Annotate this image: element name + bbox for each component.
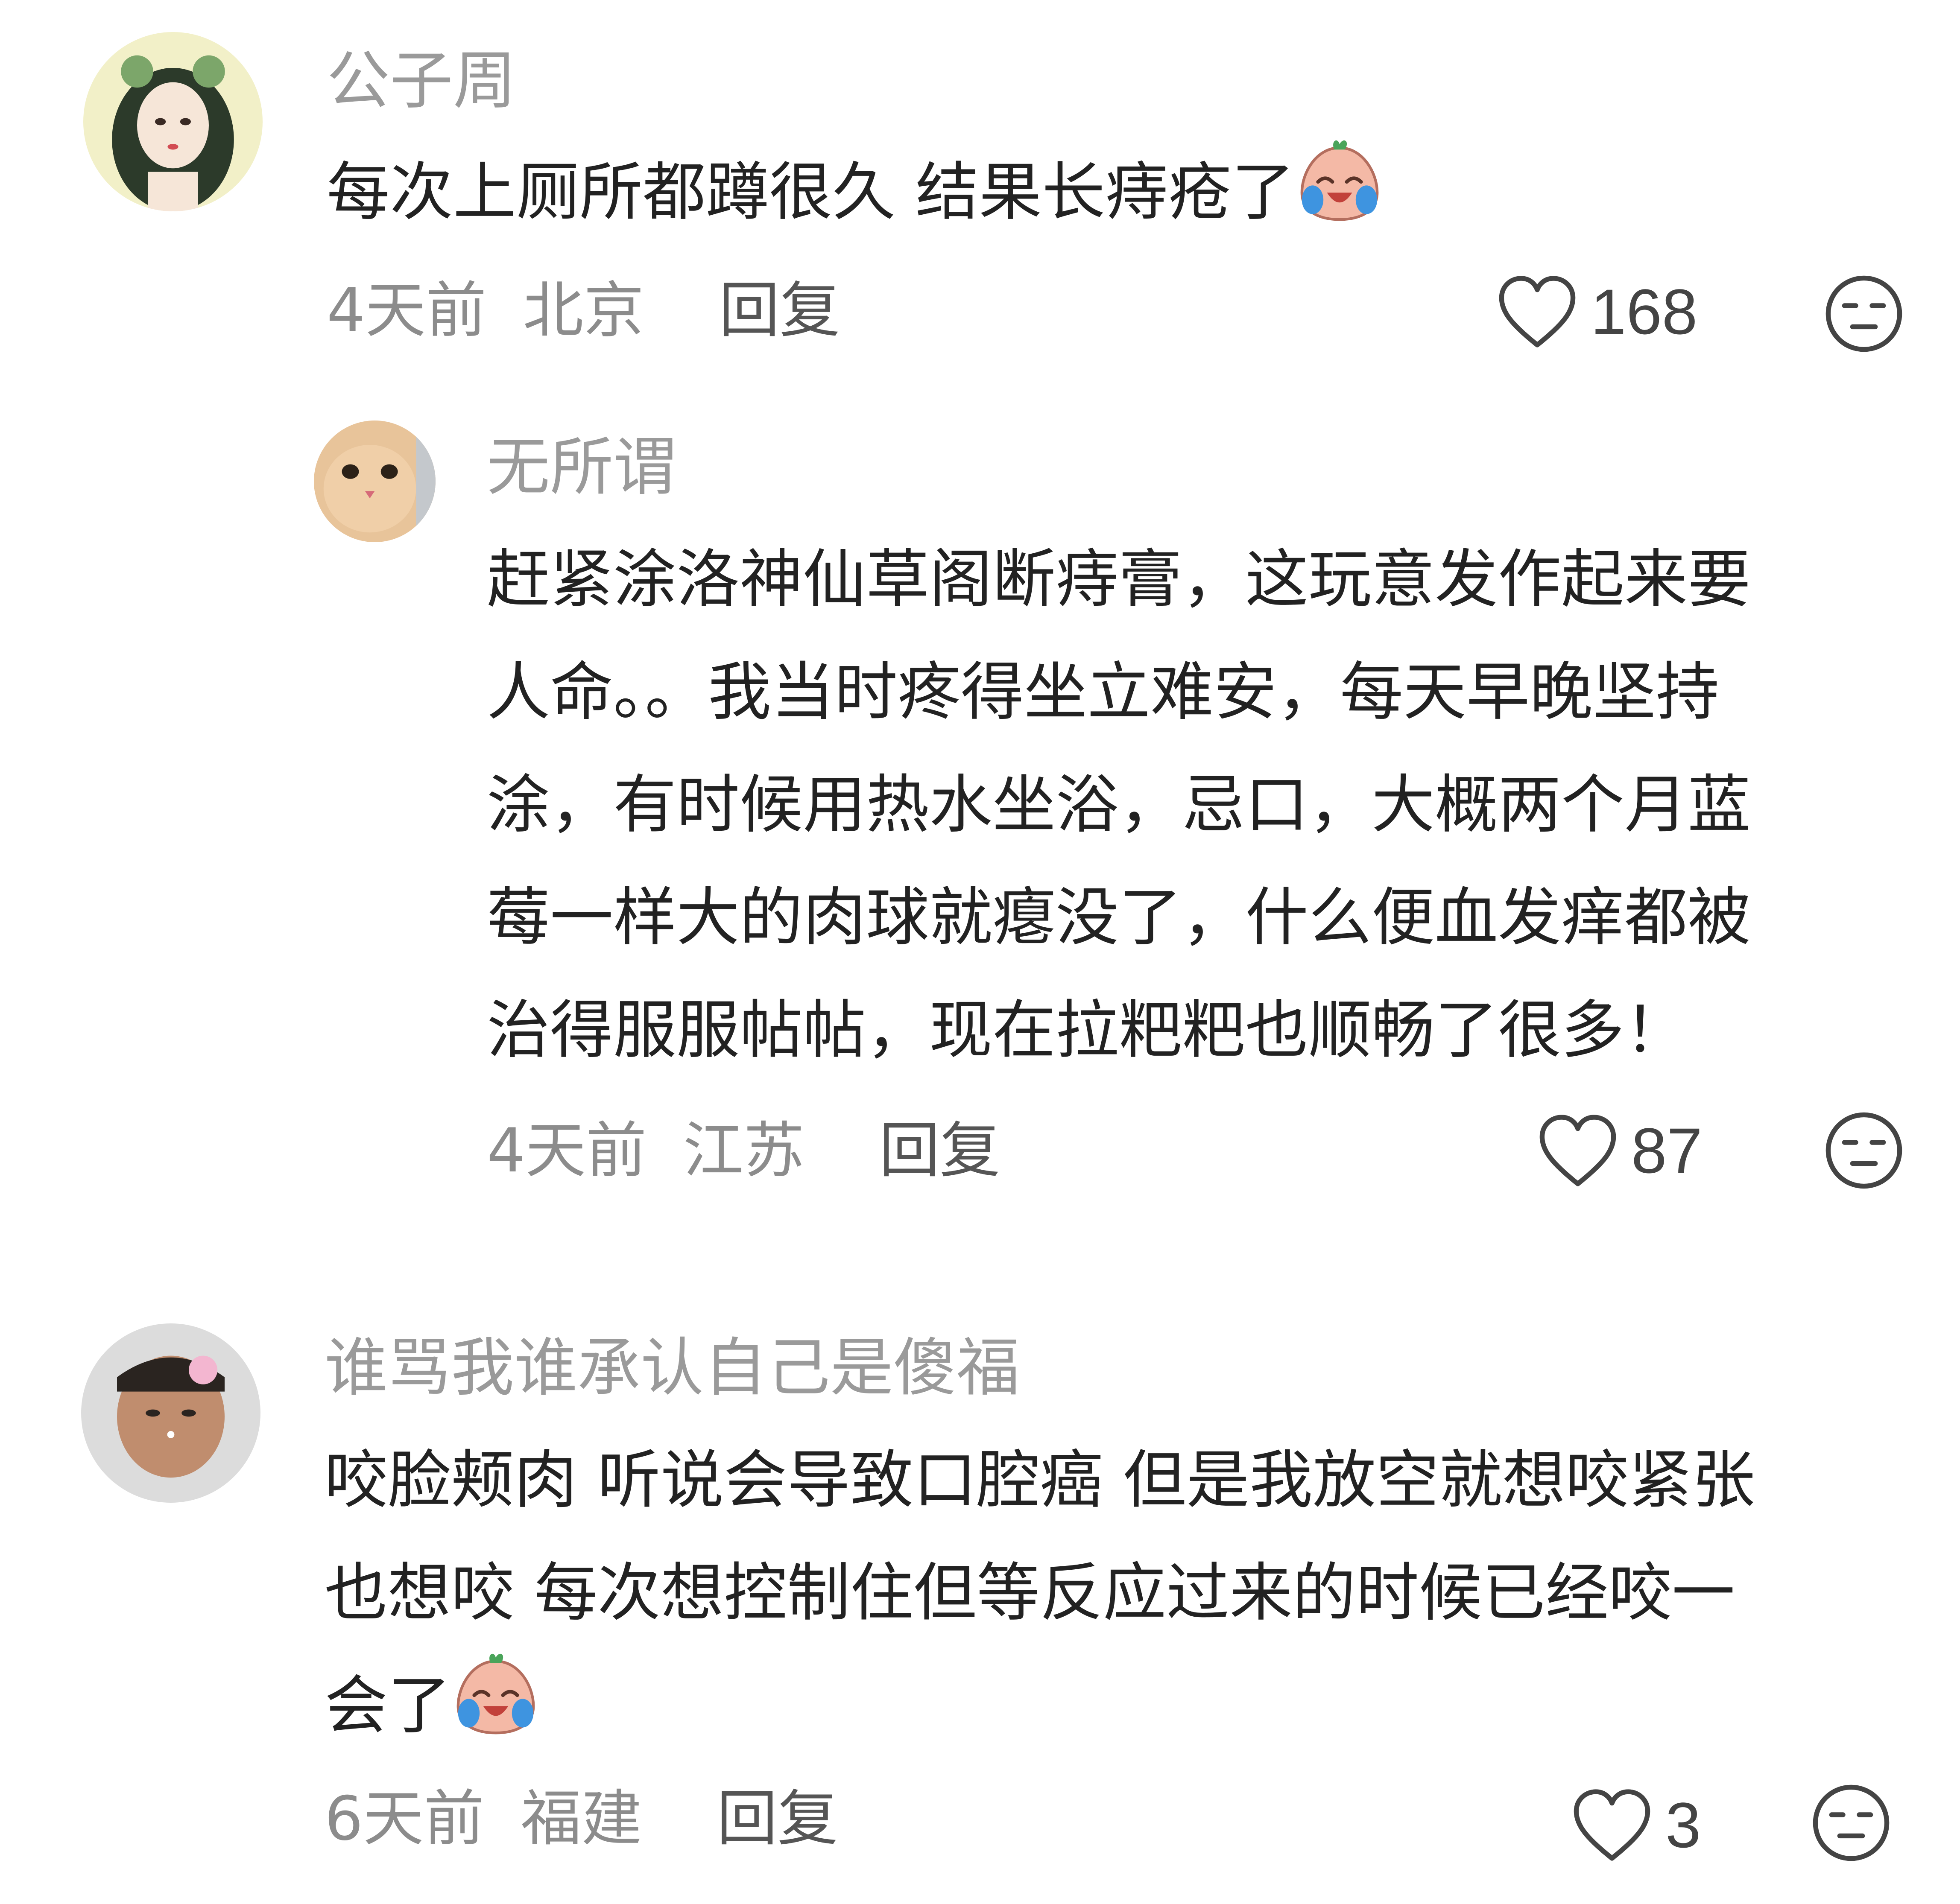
comment-text-line: 人命。。我当时疼得坐立难安，每天早晚坚持 <box>487 655 1719 729</box>
comment-text-line: 治得服服帖帖，现在拉粑粑也顺畅了很多！ <box>487 993 1688 1067</box>
like-count: 87 <box>1631 1115 1703 1186</box>
comment-time: 6天前 <box>325 1784 485 1854</box>
meh-face-icon <box>1823 273 1904 354</box>
comment-item: 公子周 每次上厕所都蹲很久 结果长痔疮了 4天前 北京 回复 168 <box>0 0 1960 384</box>
heart-icon <box>1497 273 1578 350</box>
avatar-illustration-icon <box>83 32 263 211</box>
like-button[interactable]: 3 <box>1571 1787 1701 1863</box>
comment-text: 咬脸颊肉 听说会导致口腔癌 但是我放空就想咬紧张 也想咬 每次想控制住但等反应过… <box>325 1424 1755 1762</box>
meh-face-icon <box>1823 1110 1904 1191</box>
comment-time: 4天前 <box>327 275 487 346</box>
like-button[interactable]: 168 <box>1497 273 1697 350</box>
comment-location: 江苏 <box>683 1116 804 1186</box>
heart-icon <box>1537 1112 1618 1189</box>
comment-text: 每次上厕所都蹲很久 结果长痔疮了 <box>327 136 1384 248</box>
like-button[interactable]: 87 <box>1537 1112 1703 1189</box>
comment-username[interactable]: 无所谓 <box>487 435 676 499</box>
comment-meta: 6天前 福建 回复 <box>325 1789 838 1849</box>
comment-text-line: 咬脸颊肉 听说会导致口腔癌 但是我放空就想咬紧张 <box>325 1443 1755 1517</box>
comment-time: 4天前 <box>487 1116 647 1186</box>
reply-button[interactable]: 回复 <box>879 1116 1000 1186</box>
dislike-button[interactable] <box>1823 273 1904 354</box>
comment-text-line: 会了 <box>325 1669 451 1742</box>
comment-text-line: 涂，有时候用热水坐浴，忌口，大概两个月蓝 <box>487 768 1751 841</box>
comment-text-line: 也想咬 每次想控制住但等反应过来的时候已经咬一 <box>325 1556 1735 1629</box>
comment-username[interactable]: 公子周 <box>327 49 516 112</box>
comment-location: 北京 <box>523 275 644 346</box>
crying-laughing-emoji-icon <box>451 1650 541 1740</box>
comment-meta: 4天前 北京 回复 <box>327 280 840 341</box>
reply-button[interactable]: 回复 <box>719 275 840 346</box>
reply-button[interactable]: 回复 <box>717 1784 838 1854</box>
comment-text-line: 赶紧涂洛神仙草阁断痔膏，这玩意发作起来要 <box>487 543 1751 616</box>
heart-icon <box>1571 1787 1653 1863</box>
avatar-cat-icon <box>314 421 436 542</box>
comment-username[interactable]: 谁骂我谁承认自己是傻福 <box>325 1336 1020 1399</box>
comment-text: 赶紧涂洛神仙草阁断痔膏，这玩意发作起来要 人命。。我当时疼得坐立难安，每天早晚坚… <box>487 523 1751 1086</box>
comment-meta: 4天前 江苏 回复 <box>487 1121 1000 1181</box>
like-count: 3 <box>1665 1789 1701 1861</box>
meh-face-icon <box>1811 1782 1892 1863</box>
comment-text-line: 莓一样大的肉球就瘪没了，什么便血发痒都被 <box>487 881 1751 954</box>
avatar-photo-icon <box>81 1323 260 1503</box>
reply-comment-item: 无所谓 赶紧涂洛神仙草阁断痔膏，这玩意发作起来要 人命。。我当时疼得坐立难安，每… <box>0 384 1960 1238</box>
crying-laughing-emoji-icon <box>1295 137 1384 227</box>
dislike-button[interactable] <box>1811 1782 1892 1863</box>
avatar[interactable] <box>83 32 263 211</box>
comment-location: 福建 <box>521 1784 642 1854</box>
comment-text-line: 每次上厕所都蹲很久 结果长痔疮了 <box>327 155 1295 229</box>
avatar[interactable] <box>314 421 436 542</box>
comment-item: 谁骂我谁承认自己是傻福 咬脸颊肉 听说会导致口腔癌 但是我放空就想咬紧张 也想咬… <box>0 1281 1960 1904</box>
dislike-button[interactable] <box>1823 1110 1904 1191</box>
like-count: 168 <box>1591 276 1698 348</box>
avatar[interactable] <box>81 1323 260 1503</box>
